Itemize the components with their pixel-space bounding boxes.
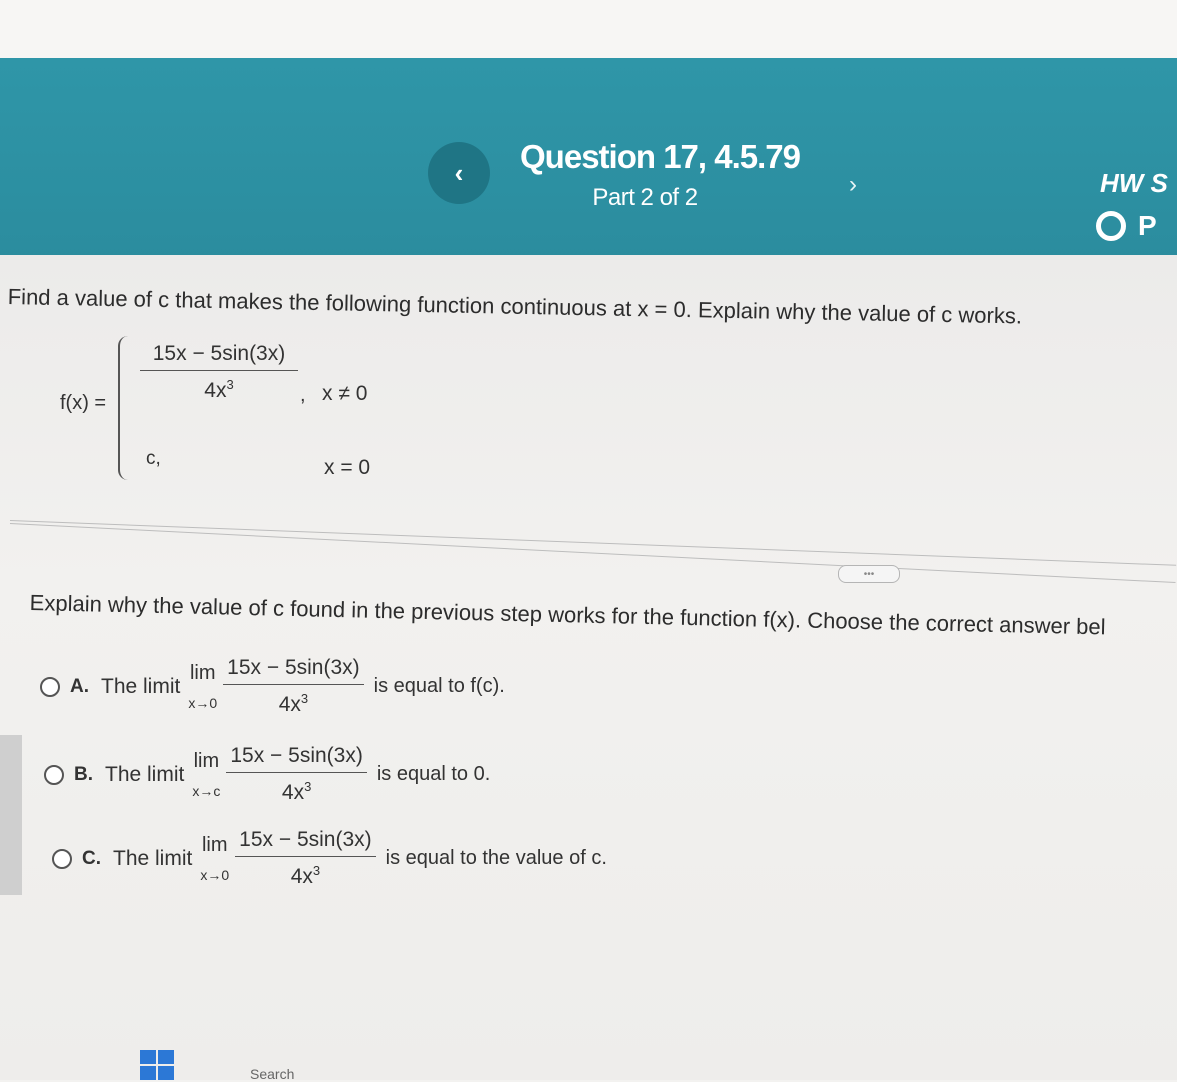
case1-exponent: 3	[226, 377, 234, 392]
lim-word: lim	[201, 834, 228, 856]
option-prefix: The limit	[113, 846, 193, 870]
case1-denominator: 4x	[204, 379, 227, 402]
option-fraction: 15x − 5sin(3x) 4x3	[226, 744, 367, 805]
side-panel-tab[interactable]	[0, 735, 22, 895]
option-fraction: 15x − 5sin(3x) 4x3	[223, 656, 364, 717]
option-denominator: 4x	[290, 865, 313, 888]
points-indicator: P	[1096, 210, 1157, 242]
chevron-left-icon: ‹	[454, 157, 464, 188]
case2-condition: x = 0	[324, 456, 371, 479]
lim-word: lim	[193, 750, 220, 772]
radio-c[interactable]	[52, 848, 72, 869]
expand-button[interactable]: •••	[838, 565, 900, 583]
case2-value: c,	[146, 448, 161, 469]
limit-notation: lim x→c	[192, 750, 220, 799]
answer-option-c[interactable]: C. The limit lim x→0 15x − 5sin(3x) 4x3 …	[52, 828, 607, 889]
lim-word: lim	[189, 662, 216, 684]
option-exponent: 3	[304, 779, 312, 794]
option-denominator: 4x	[278, 693, 301, 716]
option-exponent: 3	[300, 691, 309, 706]
limit-notation: lim x→0	[188, 662, 217, 711]
homework-score-label: HW S	[1100, 168, 1168, 198]
lim-subscript: x→0	[188, 695, 218, 711]
option-numerator: 15x − 5sin(3x)	[239, 828, 372, 851]
option-denominator: 4x	[281, 781, 305, 804]
option-prefix: The limit	[101, 674, 181, 698]
case1-condition: x ≠ 0	[322, 382, 368, 405]
case1-comma: ,	[300, 384, 306, 406]
top-strip	[0, 0, 1177, 60]
question-title: Question 17, 4.5.79	[520, 138, 801, 175]
next-question-button[interactable]: ›	[838, 170, 868, 200]
option-fraction: 15x − 5sin(3x) 4x3	[235, 828, 376, 889]
option-suffix: is equal to the value of c.	[385, 847, 607, 869]
function-name: f(x) =	[60, 392, 107, 414]
lim-subscript: x→0	[200, 867, 230, 883]
chevron-right-icon: ›	[849, 171, 857, 198]
option-letter: B.	[74, 763, 93, 785]
option-letter: A.	[70, 675, 89, 697]
radio-b[interactable]	[44, 764, 64, 785]
question-part: Part 2 of 2	[592, 184, 698, 211]
limit-notation: lim x→0	[200, 834, 229, 883]
piecewise-brace	[118, 336, 134, 480]
option-letter: C.	[82, 847, 101, 869]
case1-fraction: 15x − 5sin(3x) 4x3	[140, 342, 298, 403]
progress-ring-icon	[1096, 211, 1126, 241]
points-label: P	[1138, 210, 1157, 241]
radio-a[interactable]	[40, 676, 60, 697]
lim-subscript: x→c	[192, 783, 221, 799]
answer-option-b[interactable]: B. The limit lim x→c 15x − 5sin(3x) 4x3 …	[44, 744, 490, 805]
option-suffix: is equal to 0.	[376, 763, 491, 785]
option-numerator: 15x − 5sin(3x)	[227, 656, 360, 679]
option-numerator: 15x − 5sin(3x)	[230, 744, 363, 767]
option-exponent: 3	[312, 863, 321, 878]
option-suffix: is equal to f(c).	[373, 675, 505, 697]
case1-numerator: 15x − 5sin(3x)	[152, 342, 286, 365]
answer-option-a[interactable]: A. The limit lim x→0 15x − 5sin(3x) 4x3 …	[40, 656, 505, 717]
option-prefix: The limit	[105, 762, 185, 786]
windows-start-icon[interactable]	[140, 1050, 176, 1080]
